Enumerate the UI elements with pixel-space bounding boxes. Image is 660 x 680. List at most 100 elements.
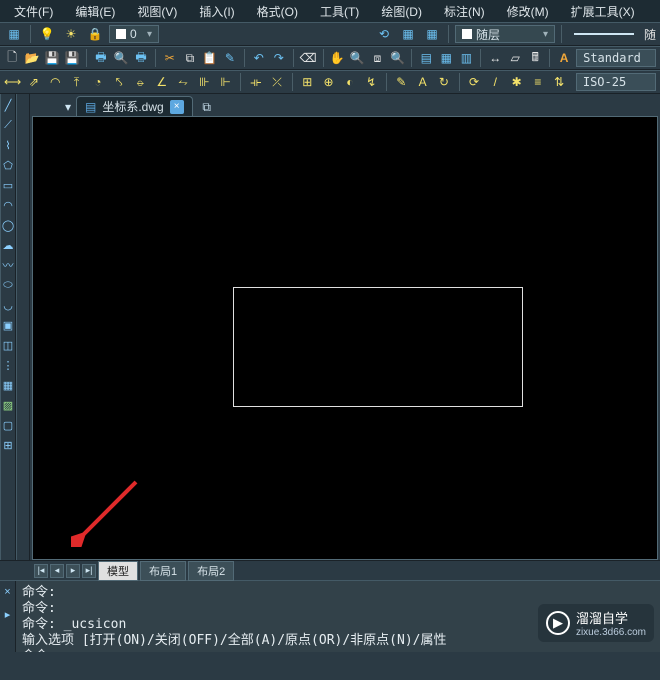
area-icon[interactable]: ▱ (507, 48, 523, 68)
calc-icon[interactable]: 🖩 (527, 48, 543, 68)
gradient-icon[interactable]: ▨ (1, 398, 15, 412)
dim-arc-icon[interactable]: ◠ (47, 72, 64, 92)
center-mark-icon[interactable]: ⊕ (320, 72, 337, 92)
layer-dropdown[interactable]: 0 (109, 25, 159, 43)
layer-iso-icon[interactable]: ▦ (398, 24, 418, 44)
dim-space-icon[interactable]: ⟛ (247, 72, 264, 92)
menu-format[interactable]: 格式(O) (247, 1, 308, 22)
color-dropdown[interactable]: 随层 (455, 25, 555, 43)
layout-tab-layout1[interactable]: 布局1 (140, 561, 186, 581)
copy-icon[interactable]: ⧉ (182, 48, 198, 68)
rectangle-icon[interactable]: ▭ (1, 178, 15, 192)
match-icon[interactable]: ✎ (222, 48, 238, 68)
dim-ordinate-icon[interactable]: ⤒ (68, 72, 85, 92)
preview-icon[interactable]: 🔍 (113, 48, 129, 68)
cut-icon[interactable]: ✂ (162, 48, 178, 68)
make-block-icon[interactable]: ◫ (1, 338, 15, 352)
inspect-icon[interactable]: ◐ (341, 72, 358, 92)
dim-quick-icon[interactable]: ⥊ (174, 72, 191, 92)
publish-icon[interactable]: 🖶 (133, 48, 149, 68)
circle-icon[interactable]: ◯ (1, 218, 15, 232)
region-icon[interactable]: ▢ (1, 418, 15, 432)
dim-reassoc-icon[interactable]: ⟳ (465, 72, 482, 92)
dim-oblique-icon[interactable]: / (487, 72, 504, 92)
layer-match-icon[interactable]: ▦ (422, 24, 442, 44)
erase-icon[interactable]: ⌫ (300, 48, 317, 68)
point-icon[interactable]: ⋮ (1, 358, 15, 372)
spline-icon[interactable]: 〰 (1, 258, 15, 272)
menu-draw[interactable]: 绘图(D) (371, 1, 432, 22)
layout-tab-model[interactable]: 模型 (98, 561, 138, 581)
dim-baseline-icon[interactable]: ⊪ (196, 72, 213, 92)
dim-linear-icon[interactable]: ⟷ (4, 72, 21, 92)
pan-icon[interactable]: ✋ (329, 48, 345, 68)
line-icon[interactable]: ╱ (1, 98, 15, 112)
zoom-window-icon[interactable]: ⧈ (369, 48, 385, 68)
dim-update-icon[interactable]: ↻ (435, 72, 452, 92)
dim-angular-icon[interactable]: ∠ (153, 72, 170, 92)
sun-icon[interactable]: ☀ (61, 24, 81, 44)
prop-icon[interactable]: ▤ (418, 48, 434, 68)
lock-icon[interactable]: 🔒 (85, 24, 105, 44)
menu-annotate[interactable]: 标注(N) (434, 1, 495, 22)
plot-icon[interactable]: 🖶 (93, 48, 109, 68)
insert-block-icon[interactable]: ▣ (1, 318, 15, 332)
menu-edit[interactable]: 编辑(E) (65, 1, 125, 22)
add-tab-button[interactable]: ⧉ (197, 98, 217, 116)
revcloud-icon[interactable]: ☁ (1, 238, 15, 252)
undo-icon[interactable]: ↶ (251, 48, 267, 68)
layer-manager-icon[interactable]: ▦ (4, 24, 24, 44)
drawing-canvas[interactable] (32, 116, 658, 560)
dim-edit-icon[interactable]: ✎ (393, 72, 410, 92)
redo-icon[interactable]: ↷ (271, 48, 287, 68)
dim-style-icon[interactable]: ≡ (529, 72, 546, 92)
dim-continue-icon[interactable]: ⊩ (217, 72, 234, 92)
cmd-chevron-icon[interactable]: ▸ (1, 607, 15, 621)
joglinear-icon[interactable]: ↯ (362, 72, 379, 92)
saveas-icon[interactable]: 💾 (64, 48, 80, 68)
dim-flip-icon[interactable]: ⇅ (551, 72, 568, 92)
save-icon[interactable]: 💾 (44, 48, 60, 68)
menu-insert[interactable]: 插入(I) (189, 1, 244, 22)
cmd-close-icon[interactable]: × (1, 585, 15, 599)
layout-nav-prev[interactable]: ◂ (50, 564, 64, 578)
open-icon[interactable]: 📂 (24, 48, 40, 68)
tolerance-icon[interactable]: ⊞ (299, 72, 316, 92)
layout-nav-next[interactable]: ▸ (66, 564, 80, 578)
file-tab[interactable]: ▤ 坐标系.dwg × (76, 96, 193, 116)
table-icon[interactable]: ⊞ (1, 438, 15, 452)
dim-tedit-icon[interactable]: A (414, 72, 431, 92)
menu-view[interactable]: 视图(V) (127, 1, 187, 22)
dist-icon[interactable]: ↔ (487, 48, 503, 68)
zoom-prev-icon[interactable]: 🔍 (389, 48, 405, 68)
text-a-icon[interactable]: A (556, 48, 572, 68)
dim-break-icon[interactable]: ⤫ (268, 72, 285, 92)
dim-diameter-icon[interactable]: ⦵ (132, 72, 149, 92)
polygon-icon[interactable]: ⬠ (1, 158, 15, 172)
tab-close-button[interactable]: × (170, 100, 184, 114)
dim-radius-icon[interactable]: ◔ (89, 72, 106, 92)
arc-icon[interactable]: ◠ (1, 198, 15, 212)
polyline-icon[interactable]: ⌇ (1, 138, 15, 152)
layout-nav-last[interactable]: ▸| (82, 564, 96, 578)
ellipse-arc-icon[interactable]: ◡ (1, 298, 15, 312)
text-style-dropdown[interactable]: Standard (576, 49, 656, 67)
dim-aligned-icon[interactable]: ⇗ (25, 72, 42, 92)
ellipse-icon[interactable]: ⬭ (1, 278, 15, 292)
xline-icon[interactable]: ⟋ (1, 118, 15, 132)
dim-override-icon[interactable]: ✱ (508, 72, 525, 92)
hatch-icon[interactable]: ▦ (1, 378, 15, 392)
dim-jog-icon[interactable]: ⤣ (110, 72, 127, 92)
layout-tab-layout2[interactable]: 布局2 (188, 561, 234, 581)
design-center-icon[interactable]: ▦ (438, 48, 454, 68)
tab-start-arrow-icon[interactable]: ▾ (60, 98, 76, 116)
zoom-realtime-icon[interactable]: 🔍 (349, 48, 365, 68)
menu-file[interactable]: 文件(F) (4, 1, 63, 22)
paste-icon[interactable]: 📋 (202, 48, 218, 68)
dim-style-dropdown[interactable]: ISO-25 (576, 73, 656, 91)
bulb-icon[interactable]: 💡 (37, 24, 57, 44)
menu-modify[interactable]: 修改(M) (497, 1, 559, 22)
tool-palette-icon[interactable]: ▥ (458, 48, 474, 68)
layer-prev-icon[interactable]: ⟲ (374, 24, 394, 44)
menu-extend[interactable]: 扩展工具(X) (561, 1, 645, 22)
